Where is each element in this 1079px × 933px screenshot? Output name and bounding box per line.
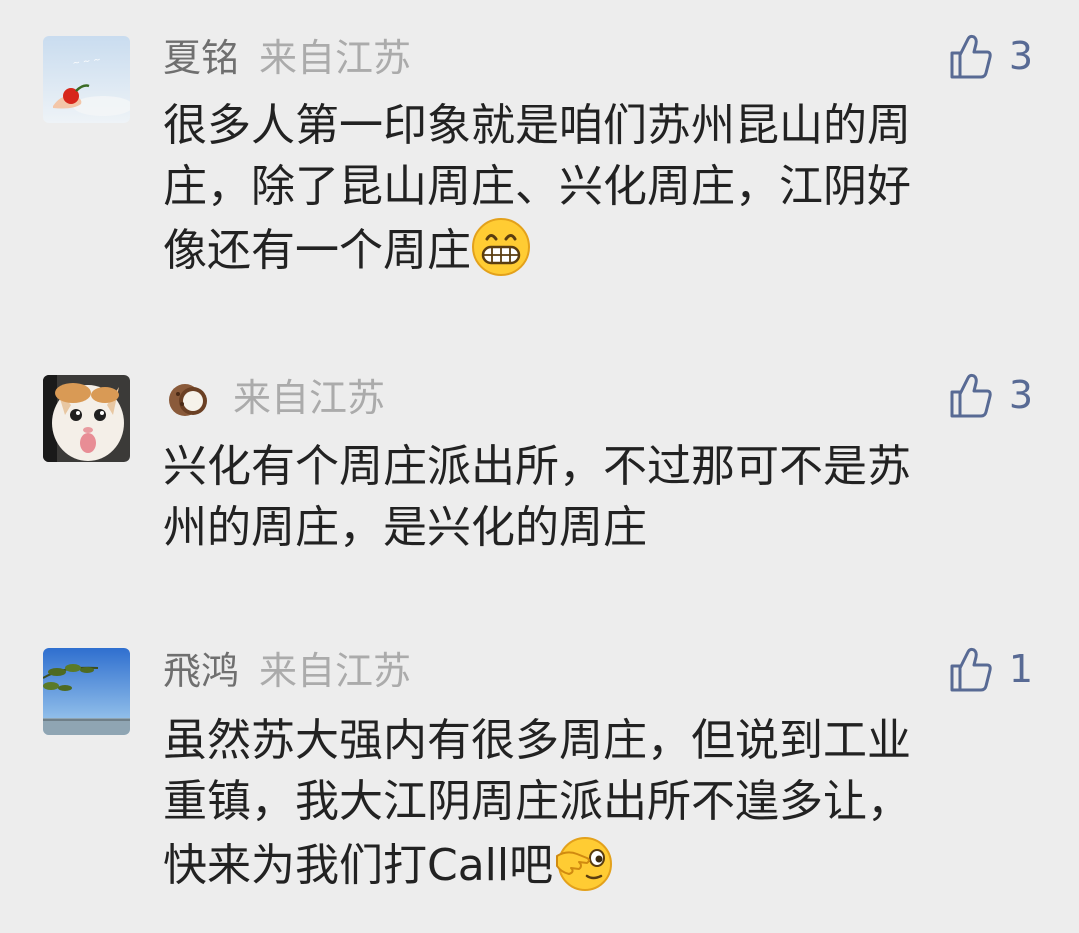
comment-header: 夏铭 来自江苏	[163, 34, 411, 82]
comment-line: 重镇，我大江阴周庄派出所不遑多让，	[163, 776, 911, 827]
comment-line-text: 快来为我们打Call吧	[163, 840, 554, 891]
comment-line: 像还有一个周庄	[163, 217, 1043, 281]
location-label: 来自江苏	[259, 649, 412, 693]
like-count: 1	[1008, 647, 1033, 691]
comment-line: 虽然苏大强内有很多周庄，但说到工业	[163, 715, 911, 766]
comment-line: 很多人第一印象就是咱们苏州昆山的周	[163, 100, 911, 151]
user-avatar[interactable]: ~ ~ ~	[43, 36, 130, 123]
user-nickname[interactable]: 夏铭	[163, 34, 239, 82]
comment-text: 兴化有个周庄派出所，不过那可不是苏 州的周庄，是兴化的周庄	[163, 436, 1043, 558]
like-button[interactable]: 3	[949, 370, 1033, 420]
comment-line: 兴化有个周庄派出所，不过那可不是苏	[163, 441, 911, 492]
thumbs-up-icon	[950, 647, 992, 692]
like-count: 3	[1008, 34, 1033, 78]
thumbs-up-icon	[950, 34, 992, 79]
location-label: 来自江苏	[259, 36, 412, 80]
face-with-peeking-eye-emoji	[556, 837, 613, 891]
user-nickname[interactable]: 飛鸿	[163, 647, 239, 695]
comment-line: 庄，除了昆山周庄、兴化周庄，江阴好	[163, 161, 911, 212]
comment-text: 很多人第一印象就是咱们苏州昆山的周 庄，除了昆山周庄、兴化周庄，江阴好 像还有一…	[163, 95, 1043, 281]
like-button[interactable]: 3	[949, 31, 1033, 81]
comment-line-text: 像还有一个周庄	[163, 225, 471, 276]
coconut-icon[interactable]	[163, 374, 211, 422]
thumbs-up-icon	[950, 373, 992, 418]
comment-line: 快来为我们打Call吧	[163, 832, 1043, 896]
comment-header: 飛鸿 来自江苏	[163, 647, 411, 695]
location-label: 来自江苏	[233, 376, 386, 420]
comment-line: 州的周庄，是兴化的周庄	[163, 502, 647, 553]
grinning-face-emoji	[472, 218, 530, 276]
user-avatar[interactable]	[43, 375, 130, 462]
like-count: 3	[1008, 373, 1033, 417]
user-avatar[interactable]	[43, 648, 130, 735]
comment-text: 虽然苏大强内有很多周庄，但说到工业 重镇，我大江阴周庄派出所不遑多让， 快来为我…	[163, 710, 1043, 896]
comment-header: 来自江苏	[163, 374, 385, 422]
like-button[interactable]: 1	[949, 644, 1033, 694]
